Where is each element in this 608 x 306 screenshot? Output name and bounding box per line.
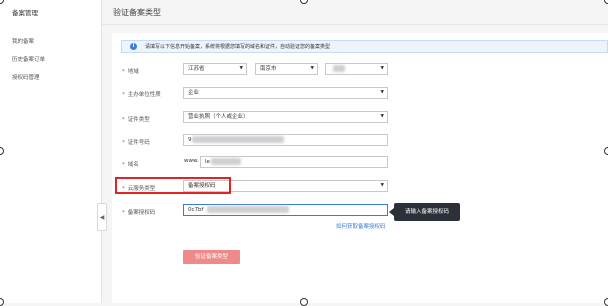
redacted-id-number: [192, 136, 284, 143]
sidebar-title: 备案管理: [12, 9, 38, 17]
redacted-district: [333, 65, 345, 72]
resize-handle[interactable]: [604, 298, 608, 306]
province-select[interactable]: 江苏省 ▼: [183, 63, 247, 75]
caret-down-icon: ▼: [380, 114, 384, 119]
organizer-nature-select[interactable]: 企业 ▼: [183, 87, 388, 99]
page-title: 验证备案类型: [113, 8, 161, 17]
sidebar: 备案管理 我的备案 历史备案订单 授权码管理: [0, 0, 102, 303]
id-type-select[interactable]: 营业执照（个人或企业） ▼: [183, 111, 388, 123]
sidebar-item-my-filings[interactable]: 我的备案: [12, 37, 34, 45]
caret-down-icon: ▼: [380, 183, 384, 188]
city-select[interactable]: 南京市 ▼: [255, 63, 318, 75]
domain-label: * 域名: [122, 162, 139, 168]
caret-down-icon: ▼: [239, 66, 243, 71]
chevron-left-icon: ◀: [99, 213, 105, 221]
resize-handle[interactable]: [604, 147, 608, 155]
resize-handle[interactable]: [0, 298, 4, 306]
sidebar-collapse-button[interactable]: ◀: [97, 203, 107, 231]
region-label: * 地域: [122, 69, 139, 75]
title-divider: [101, 24, 608, 25]
verify-filing-type-button[interactable]: 验证备案类型: [183, 250, 240, 264]
resize-handle[interactable]: [300, 298, 308, 306]
info-icon: i: [130, 43, 137, 50]
info-text: 请填写以下信息开始备案，系统将根据您填写的域名和证件，自动验证您的备案类型: [145, 44, 331, 50]
caret-down-icon: ▼: [380, 66, 384, 71]
help-link[interactable]: 如何获取备案授权码: [336, 222, 386, 230]
sidebar-item-history-orders[interactable]: 历史备案订单: [12, 55, 45, 63]
resize-handle[interactable]: [300, 0, 308, 4]
sidebar-item-auth-codes[interactable]: 授权码管理: [12, 73, 40, 81]
info-banner: i 请填写以下信息开始备案，系统将根据您填写的域名和证件，自动验证您的备案类型: [121, 40, 608, 53]
resize-handle[interactable]: [604, 0, 608, 4]
domain-prefix: www.: [184, 158, 199, 164]
highlight-box: [115, 177, 231, 194]
id-number-label: * 证件号码: [122, 140, 150, 146]
caret-down-icon: ▼: [310, 66, 314, 71]
organizer-nature-label: * 主办单位性质: [122, 92, 161, 98]
auth-code-tooltip: 请输入备案授权码: [389, 203, 460, 221]
caret-down-icon: ▼: [380, 90, 384, 95]
auth-code-label: * 备案授权码: [122, 210, 156, 216]
redacted-auth-code: [207, 206, 289, 213]
redacted-domain: [211, 158, 241, 165]
id-type-label: * 证件类型: [122, 117, 150, 123]
